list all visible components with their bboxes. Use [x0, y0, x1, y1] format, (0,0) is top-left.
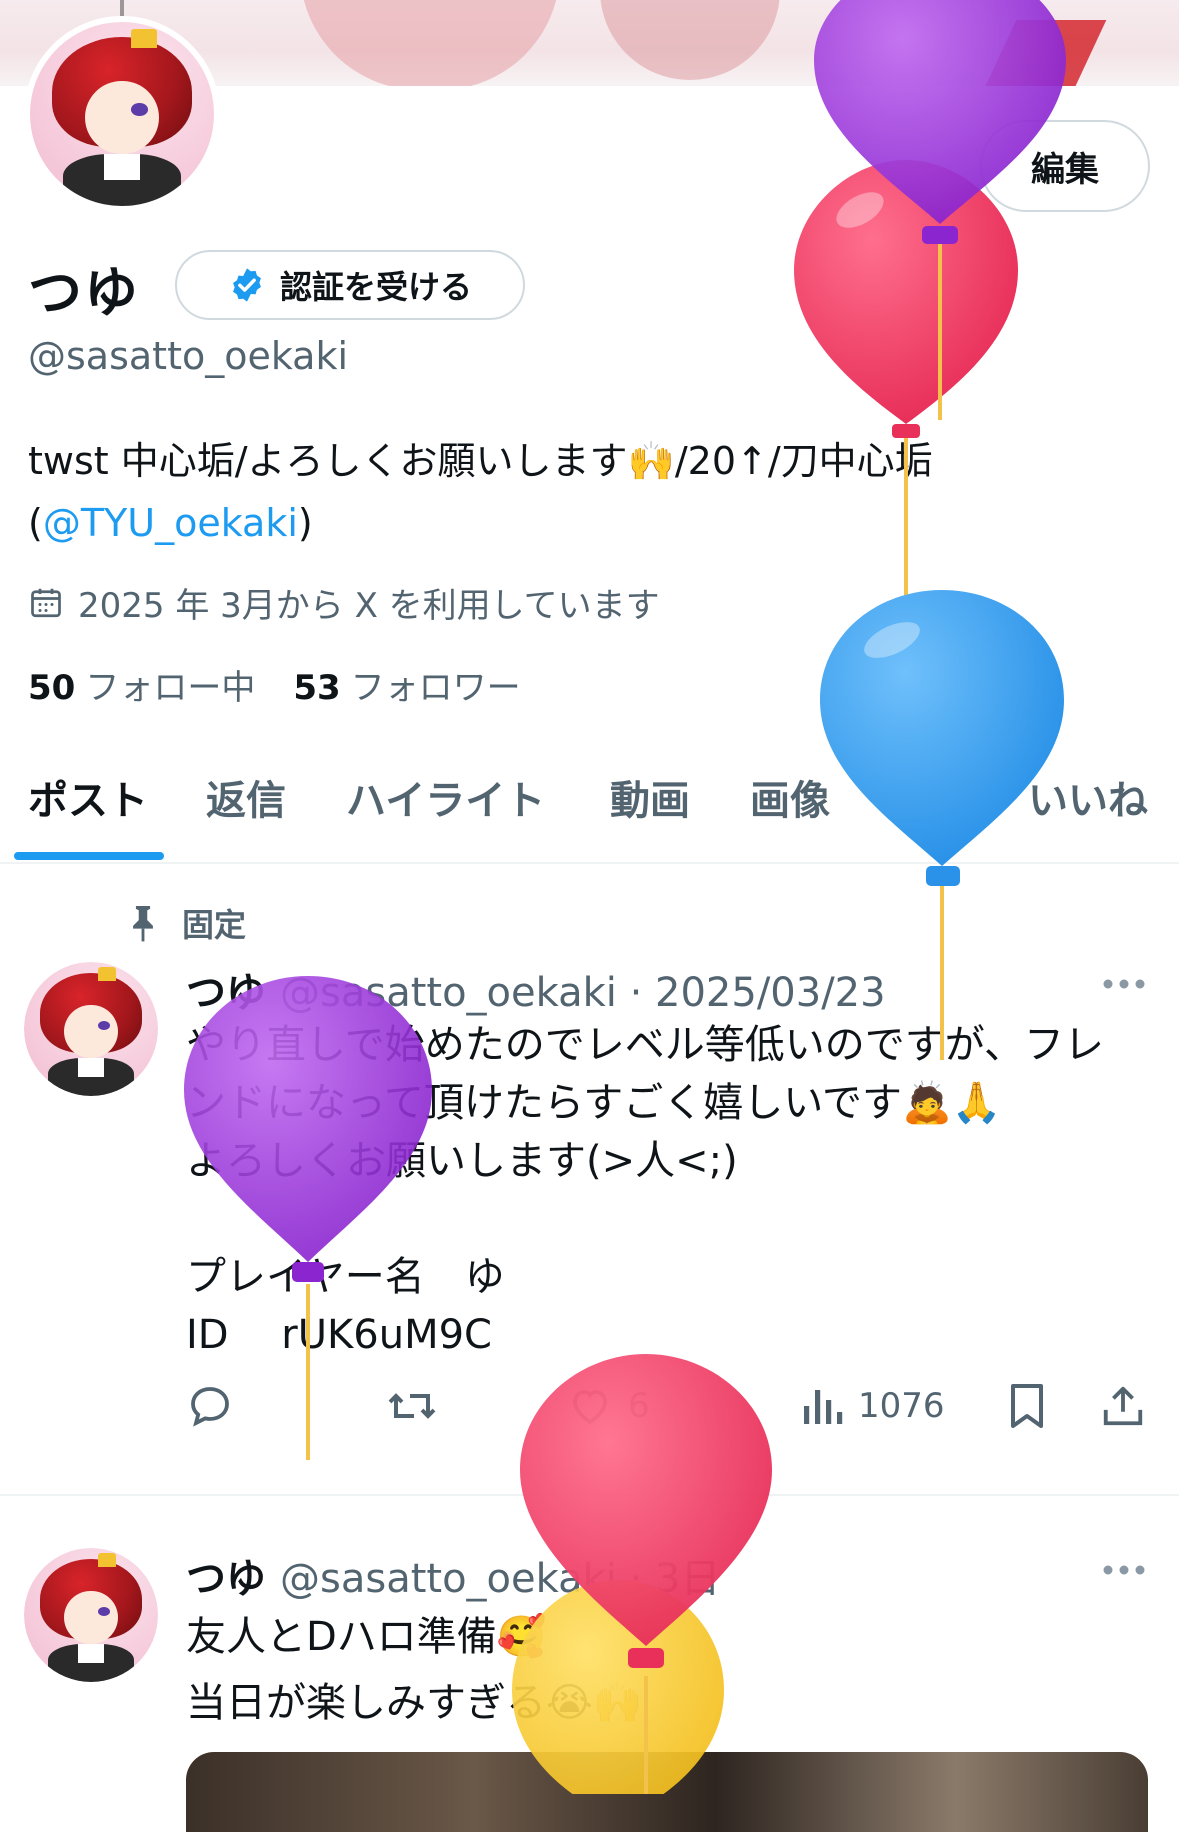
join-date: 2025 年 3月から X を利用しています — [28, 578, 660, 627]
bookmark-icon — [1011, 1384, 1043, 1428]
post-header: つゆ @sasatto_oekaki · 3日 — [186, 1546, 720, 1604]
views-count: 1076 — [858, 1386, 945, 1426]
followers-count: 53 — [293, 668, 341, 708]
balloon-overlay — [184, 0, 1066, 1794]
bookmark-button[interactable] — [1006, 1382, 1048, 1430]
like-icon — [573, 1390, 607, 1425]
pinned-label: 固定 — [182, 906, 247, 944]
tabs-divider — [0, 862, 1179, 864]
following-label: フォロー中 — [85, 668, 256, 708]
post-media-image[interactable] — [186, 1752, 1148, 1832]
get-verified-label: 認証を受ける — [279, 268, 472, 306]
views-icon — [804, 1390, 843, 1424]
reply-button[interactable] — [186, 1382, 234, 1430]
pin-icon — [133, 906, 153, 942]
post-author-name[interactable]: つゆ — [186, 970, 266, 1016]
pinned-indicator: 固定 — [126, 900, 246, 946]
tab-videos[interactable]: 動画 — [610, 768, 690, 826]
get-verified-button[interactable]: 認証を受ける — [175, 250, 525, 320]
post-text: 友人とDハロ準備🥰 当日が楽しみすぎる😭🙌 — [186, 1614, 643, 1726]
views-button[interactable]: 1076 — [800, 1382, 945, 1430]
profile-name: つゆ — [28, 261, 140, 324]
tab-images[interactable]: 画像 — [750, 768, 830, 826]
followers-link[interactable]: 53 フォロワー — [293, 660, 520, 709]
post-author-name[interactable]: つゆ — [186, 1556, 266, 1602]
like-button[interactable]: 6 — [566, 1382, 650, 1430]
like-count: 6 — [628, 1386, 650, 1426]
followers-label: フォロワー — [350, 668, 521, 708]
more-icon[interactable] — [1102, 1564, 1146, 1576]
profile-bio: twst 中心垢/よろしくお願いします🙌/20↑/刀中心垢 (@TYU_oeka… — [28, 430, 1108, 554]
bio-paren-open: ( — [28, 501, 43, 545]
following-link[interactable]: 50 フォロー中 — [28, 660, 255, 709]
share-icon — [1103, 1386, 1143, 1426]
tab-likes[interactable]: いいね — [1028, 768, 1148, 826]
tab-articles[interactable]: 記事 — [888, 768, 968, 826]
post-avatar[interactable] — [24, 962, 158, 1096]
bio-paren-close: ) — [297, 501, 313, 545]
repost-icon — [388, 1393, 436, 1419]
post-header: つゆ @sasatto_oekaki · 2025/03/23 — [186, 960, 886, 1018]
tab-replies[interactable]: 返信 — [206, 768, 286, 826]
profile-tabs: ポスト 返信 ハイライト 動画 画像 記事 いいね — [0, 768, 1179, 864]
post-divider — [0, 1494, 1179, 1496]
bio-link[interactable]: @TYU_oekaki — [43, 501, 298, 545]
active-tab-indicator — [14, 852, 164, 860]
repost-button[interactable] — [386, 1382, 438, 1430]
tab-posts[interactable]: ポスト — [28, 768, 148, 826]
profile-avatar[interactable] — [24, 16, 220, 212]
follow-stats: 50 フォロー中 53 フォロワー — [28, 660, 521, 709]
following-count: 50 — [28, 668, 76, 708]
profile-handle: @sasatto_oekaki — [28, 334, 349, 378]
reply-icon — [191, 1387, 229, 1427]
calendar-icon — [31, 588, 61, 617]
join-date-text: 2025 年 3月から X を利用しています — [78, 586, 660, 626]
post-actions: 6 1076 — [186, 1382, 1156, 1442]
tab-highlights[interactable]: ハイライト — [346, 768, 545, 826]
post-avatar[interactable] — [24, 1548, 158, 1682]
edit-profile-button[interactable]: 編集 — [980, 120, 1150, 212]
post-text: やり直しで始めたのでレベル等低いのですが、フレンドになって頂けたらすごく嬉しいで… — [186, 1022, 1104, 1358]
verified-badge-icon — [233, 268, 261, 302]
share-button[interactable] — [1100, 1382, 1146, 1430]
bio-text: twst 中心垢/よろしくお願いします🙌/20↑/刀中心垢 — [28, 439, 933, 483]
post-handle-date[interactable]: @sasatto_oekaki · 3日 — [280, 1556, 720, 1602]
post-handle-date[interactable]: @sasatto_oekaki · 2025/03/23 — [280, 970, 886, 1016]
more-icon[interactable] — [1102, 978, 1146, 990]
